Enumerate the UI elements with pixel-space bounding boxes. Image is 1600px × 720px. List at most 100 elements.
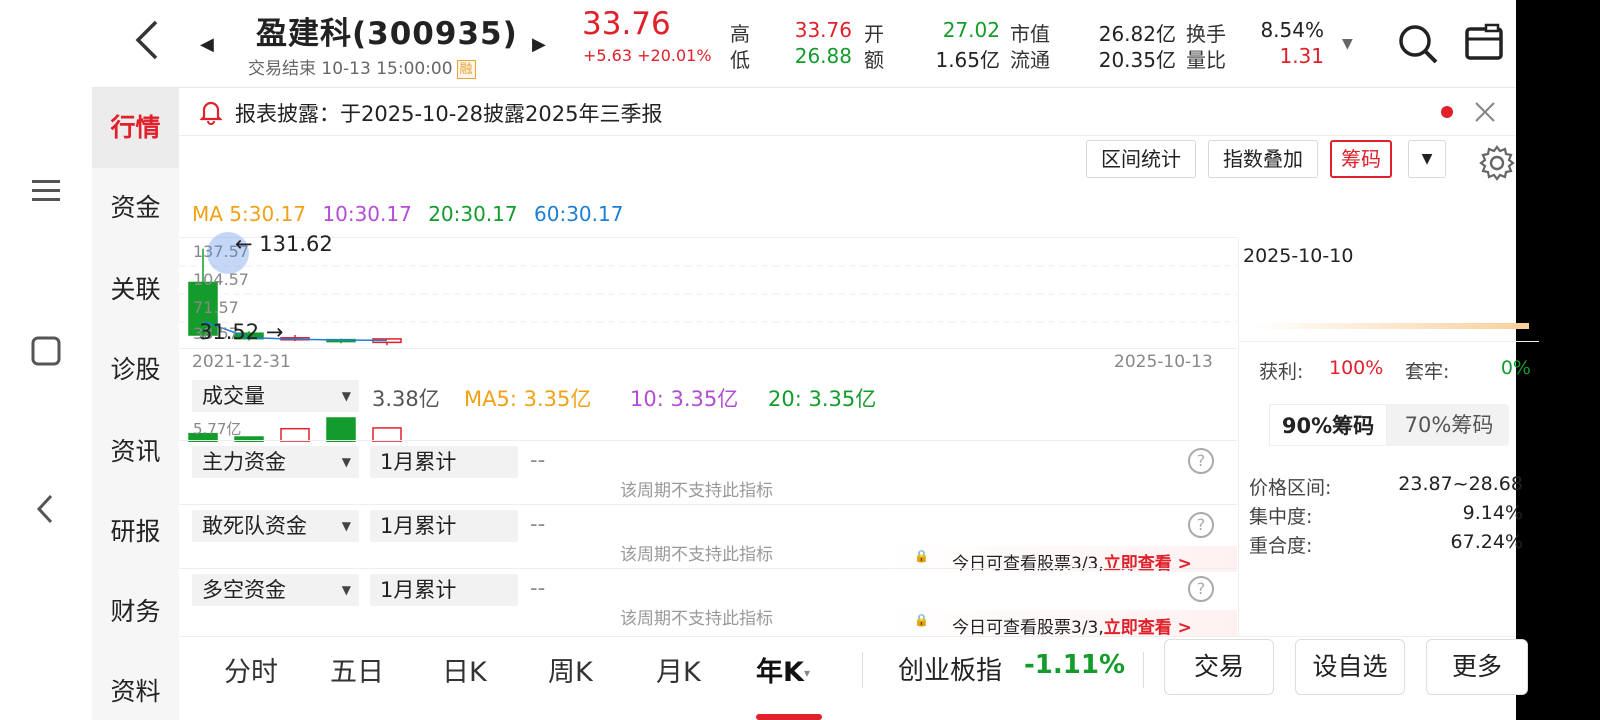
- start-date: 2021-12-31: [192, 352, 291, 372]
- sidebar-item-news[interactable]: 资讯: [92, 412, 179, 492]
- volume-ma10: 10: 3.35亿: [630, 387, 739, 411]
- sidebar-item-related[interactable]: 关联: [92, 250, 179, 330]
- next-stock-icon[interactable]: ▶: [532, 34, 546, 55]
- tab-chip-90[interactable]: 90%筹码: [1269, 404, 1387, 446]
- dare-fund-promo[interactable]: 今日可查看股票3/3,立即查看 >: [952, 549, 1192, 574]
- volume-ma20: 20: 3.35亿: [768, 387, 877, 411]
- dare-fund-value: --: [530, 512, 546, 536]
- settings-gear-icon[interactable]: [1478, 144, 1516, 186]
- kline-chart[interactable]: 137.57 104.57 71.57 38.57 ← 131.62 31.52…: [179, 232, 1237, 349]
- margin-badge: 融: [456, 60, 476, 79]
- dare-fund-label: 敢死队资金: [202, 514, 307, 538]
- promo-text: 今日可查看股票3/3,: [952, 618, 1104, 638]
- more-indicators-dropdown[interactable]: ▼: [1408, 140, 1446, 178]
- lock-icon: 🔒: [914, 549, 929, 563]
- index-name[interactable]: 创业板指: [898, 650, 1002, 687]
- range-label: 价格区间:: [1249, 477, 1332, 499]
- search-icon[interactable]: [1396, 22, 1440, 70]
- divider: [862, 652, 863, 688]
- ma10-value: 10:30.17: [322, 202, 412, 226]
- divider: [179, 568, 1237, 569]
- volume-value: 3.38亿: [372, 387, 440, 411]
- volume-ma5: MA5: 3.35亿: [464, 387, 592, 411]
- tab-5day[interactable]: 五日: [330, 650, 384, 689]
- open-value: 27.02: [942, 18, 1000, 42]
- caret-down-icon: ▼: [341, 455, 351, 469]
- chips-button[interactable]: 筹码: [1330, 140, 1392, 178]
- tab-monthly-k[interactable]: 月K: [656, 650, 701, 689]
- longshort-fund-period[interactable]: 1月累计: [370, 574, 518, 606]
- add-watchlist-button[interactable]: 设自选: [1295, 639, 1405, 695]
- low-mark-value: 31.52: [199, 320, 260, 344]
- low-mark: 31.52 →: [199, 320, 283, 344]
- view-now-link[interactable]: 立即查看 >: [1104, 554, 1192, 574]
- tab-yearly-k[interactable]: 年K▾: [756, 650, 810, 689]
- sidebar-item-diagnosis[interactable]: 诊股: [92, 330, 179, 410]
- prev-stock-icon[interactable]: ◀: [200, 34, 214, 55]
- share-card-icon[interactable]: [1464, 22, 1504, 66]
- announcement-bar[interactable]: 报表披露：于2025-10-28披露2025年三季报: [179, 88, 1516, 136]
- main-fund-label: 主力资金: [202, 450, 286, 474]
- high-mark: ← 131.62: [235, 232, 333, 256]
- chip-divider: [1239, 341, 1539, 342]
- index-change[interactable]: -1.11%: [1024, 650, 1125, 680]
- help-icon[interactable]: ?: [1188, 576, 1214, 602]
- section-sidebar: 行情 资金 关联 诊股 资讯 研报 财务 资料: [92, 88, 179, 720]
- help-icon[interactable]: ?: [1188, 512, 1214, 538]
- sidebar-item-profile[interactable]: 资料: [92, 652, 179, 720]
- turnover-value: 8.54%: [1260, 18, 1324, 42]
- more-button[interactable]: 更多: [1426, 639, 1528, 695]
- volume-selector-label: 成交量: [202, 384, 265, 408]
- trade-button[interactable]: 交易: [1164, 639, 1274, 695]
- concentration-value: 9.14%: [1462, 502, 1523, 524]
- dare-fund-note: 该周期不支持此指标: [620, 545, 773, 565]
- index-overlay-button[interactable]: 指数叠加: [1208, 140, 1318, 178]
- tab-intraday[interactable]: 分时: [224, 650, 278, 689]
- announcement-text: 报表披露：于2025-10-28披露2025年三季报: [235, 102, 663, 126]
- help-icon[interactable]: ?: [1188, 448, 1214, 474]
- dare-fund-selector[interactable]: 敢死队资金 ▼: [192, 510, 359, 542]
- view-now-link[interactable]: 立即查看 >: [1104, 618, 1192, 638]
- system-back-icon[interactable]: [26, 492, 66, 532]
- ma5-value: MA 5:30.17: [192, 202, 307, 226]
- profit-label: 获利:: [1259, 361, 1304, 383]
- main-fund-value: --: [530, 448, 546, 472]
- active-tab-indicator: [756, 714, 822, 720]
- interval-stats-button[interactable]: 区间统计: [1086, 140, 1196, 178]
- tab-chip-70[interactable]: 70%筹码: [1389, 404, 1509, 446]
- tab-weekly-k[interactable]: 周K: [548, 650, 593, 689]
- volume-svg: [188, 417, 402, 443]
- back-icon[interactable]: [132, 18, 162, 71]
- main-fund-note: 该周期不支持此指标: [620, 481, 773, 501]
- longshort-fund-note: 该周期不支持此指标: [620, 609, 773, 629]
- amount-label: 额: [864, 48, 884, 72]
- sidebar-item-research[interactable]: 研报: [92, 492, 179, 572]
- overlap-label: 重合度:: [1249, 535, 1313, 557]
- longshort-fund-selector[interactable]: 多空资金 ▼: [192, 574, 359, 606]
- sidebar-item-funds[interactable]: 资金: [92, 168, 179, 248]
- profit-value: 100%: [1329, 357, 1384, 379]
- volume-bar: [326, 417, 356, 443]
- float-value: 20.35亿: [1098, 48, 1176, 72]
- bell-icon: [199, 99, 223, 129]
- caret-down-icon: ▼: [341, 389, 351, 403]
- menu-icon[interactable]: [26, 174, 66, 214]
- main-fund-selector[interactable]: 主力资金 ▼: [192, 446, 359, 478]
- tab-daily-k[interactable]: 日K: [442, 650, 487, 689]
- arrow-left-icon: ←: [235, 232, 253, 256]
- current-price: 33.76: [582, 6, 671, 42]
- dare-fund-period[interactable]: 1月累计: [370, 510, 518, 542]
- home-square-icon[interactable]: [26, 334, 66, 374]
- longshort-fund-promo[interactable]: 今日可查看股票3/3,立即查看 >: [952, 613, 1192, 638]
- close-icon[interactable]: [1473, 100, 1497, 128]
- volume-chart[interactable]: 5.77亿: [179, 416, 1237, 443]
- sidebar-item-financials[interactable]: 财务: [92, 572, 179, 652]
- tab-yearly-k-label: 年K: [756, 657, 804, 688]
- volratio-label: 量比: [1186, 48, 1226, 72]
- expand-stats-icon[interactable]: ▼: [1342, 36, 1353, 52]
- sidebar-item-quote[interactable]: 行情: [92, 88, 179, 168]
- volume-selector[interactable]: 成交量 ▼: [192, 380, 359, 412]
- bottom-divider: [179, 636, 1516, 637]
- main-fund-period[interactable]: 1月累计: [370, 446, 518, 478]
- kline-svg: [179, 248, 1237, 346]
